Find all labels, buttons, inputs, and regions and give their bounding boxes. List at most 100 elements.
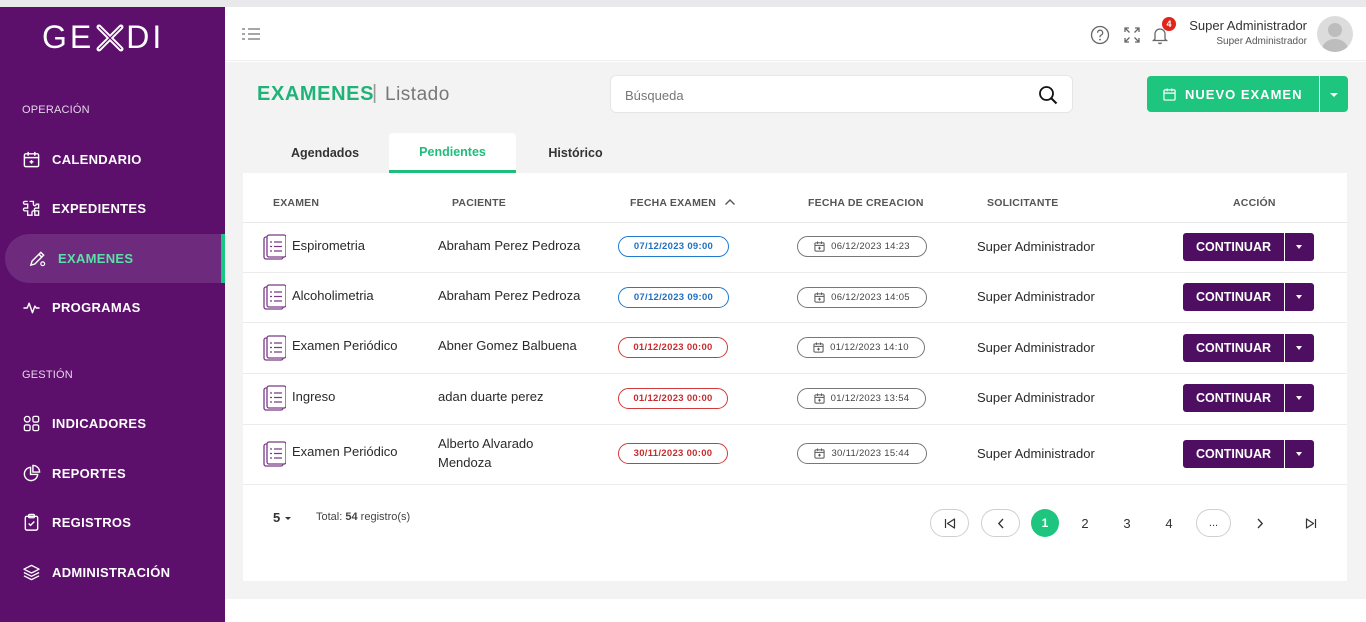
app-logo[interactable]: GE DI xyxy=(42,19,164,56)
sidebar-item-label: INDICADORES xyxy=(52,415,147,431)
patient-name: Abraham Perez Pedroza xyxy=(438,288,581,303)
user-avatar-icon xyxy=(1321,23,1349,52)
next-page-button[interactable] xyxy=(1249,509,1271,537)
sidebar-item-label: REPORTES xyxy=(52,465,126,481)
chevron-right-icon xyxy=(1257,518,1264,528)
continue-dropdown-toggle[interactable] xyxy=(1285,334,1314,362)
patient-name-line1: Alberto Alvarado xyxy=(438,436,534,451)
created-date-text: 01/12/2023 13:54 xyxy=(830,393,910,404)
table-row[interactable]: Examen Periódico Alberto Alvarado Mendoz… xyxy=(243,425,1347,485)
page-button[interactable]: 2 xyxy=(1074,509,1096,537)
column-header-solicitante[interactable]: SOLICITANTE xyxy=(987,197,1058,209)
exam-name: Ingreso xyxy=(292,389,336,404)
continue-dropdown-toggle[interactable] xyxy=(1285,440,1314,468)
puzzle-icon xyxy=(22,200,40,216)
sidebar-item-label: EXAMENES xyxy=(58,250,134,266)
user-role: Super Administrador xyxy=(1216,36,1307,47)
continue-button[interactable]: CONTINUAR xyxy=(1183,440,1284,468)
sidebar-item-calendario[interactable]: CALENDARIO xyxy=(22,143,222,175)
sidebar-item-indicadores[interactable]: INDICADORES xyxy=(22,407,222,439)
calendar-icon xyxy=(814,241,825,252)
continue-button[interactable]: CONTINUAR xyxy=(1183,384,1284,412)
browser-top-strip xyxy=(0,0,1366,7)
page-button[interactable]: 4 xyxy=(1158,509,1180,537)
search-icon[interactable] xyxy=(1038,85,1058,105)
total-suffix: registro(s) xyxy=(360,511,411,523)
search-box xyxy=(610,75,1073,113)
table-row[interactable]: Alcoholimetria Abraham Perez Pedroza 07/… xyxy=(243,273,1347,323)
sidebar-item-reportes[interactable]: REPORTES xyxy=(22,457,222,489)
exam-date-badge: 07/12/2023 09:00 xyxy=(618,287,729,308)
fullscreen-icon[interactable] xyxy=(1122,25,1142,45)
sidebar-item-expedientes[interactable]: EXPEDIENTES xyxy=(22,192,222,224)
requester-name: Super Administrador xyxy=(977,390,1095,405)
chevron-left-icon xyxy=(997,518,1003,528)
top-header: 4 Super Administrador Super Administrado… xyxy=(225,7,1366,61)
more-pages-button[interactable]: ... xyxy=(1196,509,1231,537)
last-page-icon xyxy=(1305,517,1317,529)
column-header-examen[interactable]: EXAMEN xyxy=(273,197,319,209)
column-header-label: FECHA EXAMEN xyxy=(630,197,717,209)
pie-chart-icon xyxy=(23,464,41,481)
sidebar-item-label: CALENDARIO xyxy=(52,151,142,167)
column-header-fecha-creacion[interactable]: FECHA DE CREACION xyxy=(808,197,924,209)
tab-agendados[interactable]: Agendados xyxy=(262,133,388,173)
page-title: EXAMENES xyxy=(257,83,375,105)
user-name[interactable]: Super Administrador xyxy=(1189,18,1307,33)
sidebar-item-programas[interactable]: PROGRAMAS xyxy=(22,291,222,323)
page-button-current[interactable]: 1 xyxy=(1031,509,1059,537)
section-label-operacion: OPERACIÓN xyxy=(22,104,90,116)
tab-pendientes[interactable]: Pendientes xyxy=(389,133,516,173)
patient-name: Abner Gomez Balbuena xyxy=(438,338,577,353)
requester-name: Super Administrador xyxy=(977,289,1095,304)
continue-dropdown-toggle[interactable] xyxy=(1285,283,1314,311)
table-row[interactable]: Ingreso adan duarte perez 01/12/2023 00:… xyxy=(243,374,1347,425)
new-exam-dropdown-toggle[interactable] xyxy=(1320,76,1348,112)
exam-date-badge: 01/12/2023 00:00 xyxy=(618,337,728,358)
last-page-button[interactable] xyxy=(1300,509,1322,537)
column-header-fecha-examen[interactable]: FECHA EXAMEN xyxy=(630,197,736,209)
title-separator: | xyxy=(372,82,378,104)
help-icon[interactable] xyxy=(1090,25,1110,45)
clipboard-icon xyxy=(24,513,39,531)
table-row[interactable]: Examen Periódico Abner Gomez Balbuena 01… xyxy=(243,323,1347,374)
continue-button[interactable]: CONTINUAR xyxy=(1183,334,1284,362)
sidebar-item-label: REGISTROS xyxy=(52,514,132,530)
sidebar-item-label: EXPEDIENTES xyxy=(52,200,147,216)
column-header-paciente[interactable]: PACIENTE xyxy=(452,197,506,209)
exam-date-badge: 07/12/2023 09:00 xyxy=(618,236,729,257)
calendar-icon xyxy=(1163,87,1176,101)
rows-per-page-select[interactable]: 5 xyxy=(273,510,292,525)
sidebar-item-examenes[interactable]: EXAMENES xyxy=(28,242,228,274)
created-date-text: 01/12/2023 14:10 xyxy=(830,342,909,353)
continue-button[interactable]: CONTINUAR xyxy=(1183,233,1284,261)
search-input[interactable] xyxy=(625,86,1025,104)
document-icon xyxy=(263,234,286,260)
new-exam-button[interactable]: NUEVO EXAMEN xyxy=(1147,76,1319,112)
grid-icon xyxy=(23,415,40,431)
created-date-badge: 01/12/2023 13:54 xyxy=(797,388,926,409)
exam-name: Examen Periódico xyxy=(292,444,398,459)
menu-toggle-icon[interactable] xyxy=(242,27,260,41)
patient-name: Abraham Perez Pedroza xyxy=(438,238,581,253)
logo-x-mark xyxy=(96,24,124,51)
patient-name: adan duarte perez xyxy=(438,389,544,404)
page-button[interactable]: 3 xyxy=(1116,509,1138,537)
table-row[interactable]: Espirometria Abraham Perez Pedroza 07/12… xyxy=(243,223,1347,273)
sidebar-item-administracion[interactable]: ADMINISTRACIÓN xyxy=(22,556,222,588)
total-records: Total: 54 registro(s) xyxy=(316,511,410,523)
avatar[interactable] xyxy=(1317,16,1353,52)
document-icon xyxy=(263,284,286,310)
total-count: 54 xyxy=(345,511,358,523)
tab-historico[interactable]: Histórico xyxy=(516,133,635,173)
layers-icon xyxy=(23,564,40,580)
created-date-text: 06/12/2023 14:05 xyxy=(831,292,910,303)
exam-date-badge: 01/12/2023 00:00 xyxy=(618,388,728,409)
first-page-button[interactable] xyxy=(930,509,969,537)
sidebar-item-registros[interactable]: REGISTROS xyxy=(22,506,222,538)
continue-button[interactable]: CONTINUAR xyxy=(1183,283,1284,311)
continue-dropdown-toggle[interactable] xyxy=(1285,384,1314,412)
continue-dropdown-toggle[interactable] xyxy=(1285,233,1314,261)
previous-page-button[interactable] xyxy=(981,509,1020,537)
sidebar-item-label: ADMINISTRACIÓN xyxy=(52,564,171,580)
